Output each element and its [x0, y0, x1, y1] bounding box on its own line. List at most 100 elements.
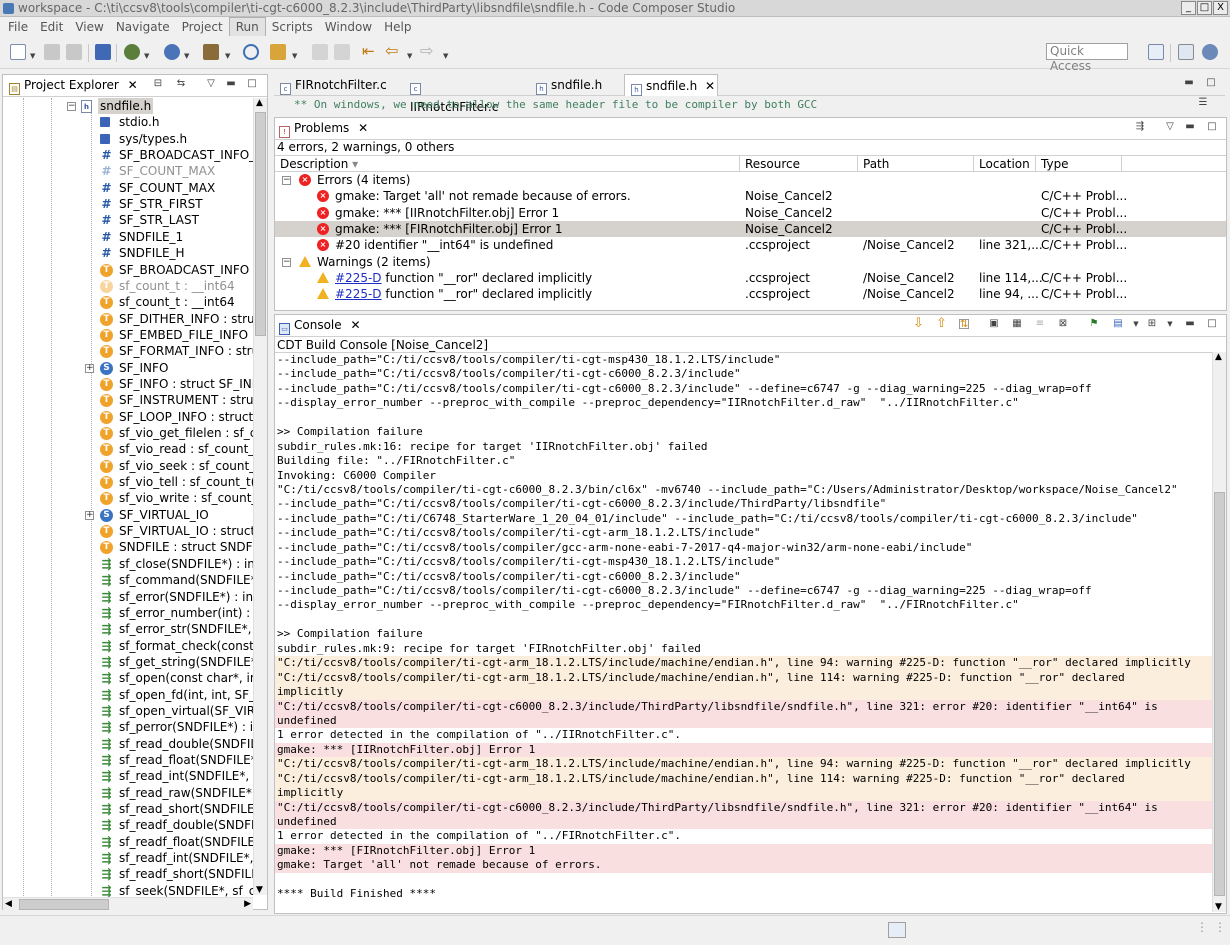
- build-icon[interactable]: [124, 44, 140, 60]
- editor-code-line[interactable]: ** On windows, we need to allow the same…: [294, 97, 817, 113]
- close-button[interactable]: X: [1213, 1, 1228, 15]
- quick-access-input[interactable]: Quick Access: [1046, 43, 1128, 73]
- forward-dropdown-icon[interactable]: ▼: [443, 52, 448, 60]
- scroll-lock-icon[interactable]: ≡: [1035, 319, 1045, 329]
- column-type[interactable]: Type: [1036, 156, 1122, 172]
- new-dropdown-icon[interactable]: ▼: [30, 52, 35, 60]
- link-editor-icon[interactable]: ⇆: [176, 79, 186, 89]
- last-edit-icon[interactable]: ⇤: [362, 44, 378, 60]
- menu-scripts[interactable]: Scripts: [266, 18, 319, 36]
- ccs-edit-perspective-icon[interactable]: [1178, 44, 1194, 60]
- collapse-all-icon[interactable]: ⊟: [153, 79, 163, 89]
- console-tab[interactable]: ▭ Console ✕: [279, 318, 361, 335]
- back-dropdown-icon[interactable]: ▼: [407, 52, 412, 60]
- problem-row[interactable]: × gmake: Target 'all' not remade because …: [275, 188, 1226, 204]
- minimize-button[interactable]: _: [1181, 1, 1196, 15]
- close-icon[interactable]: ✕: [358, 121, 368, 135]
- open-console-dropdown-icon[interactable]: ▼: [1165, 319, 1175, 329]
- search-icon[interactable]: [243, 44, 259, 60]
- scroll-up-icon[interactable]: ▲: [1215, 352, 1222, 362]
- console-icon[interactable]: [95, 44, 111, 60]
- scroll-right-icon[interactable]: ▶: [244, 899, 251, 909]
- hammer-dropdown-icon[interactable]: ▼: [225, 52, 230, 60]
- menu-run[interactable]: Run: [228, 16, 266, 37]
- error-group-row[interactable]: − × Errors (4 items): [275, 172, 1226, 188]
- menu-file[interactable]: File: [2, 18, 34, 36]
- hscroll-thumb[interactable]: [19, 899, 109, 910]
- menu-window[interactable]: Window: [319, 18, 378, 36]
- project-tree-hscrollbar[interactable]: ◀ ▶: [3, 897, 253, 911]
- open-console-icon[interactable]: ⊞: [1147, 319, 1157, 329]
- maximize-icon[interactable]: □: [1206, 78, 1216, 88]
- next-annotation-icon[interactable]: [312, 44, 328, 60]
- status-icon[interactable]: [888, 922, 906, 938]
- expand-icon[interactable]: +: [85, 510, 94, 520]
- debug-icon[interactable]: [164, 44, 180, 60]
- column-path[interactable]: Path: [858, 156, 974, 172]
- scroll-down-icon[interactable]: ▼: [1215, 902, 1222, 912]
- tab-sndfile-h-2[interactable]: h sndfile.h ✕: [624, 74, 718, 96]
- column-location[interactable]: Location: [974, 156, 1036, 172]
- problem-row[interactable]: × #20 identifier "__int64" is undefined .c…: [275, 237, 1226, 253]
- problems-tab[interactable]: ! Problems ✕: [279, 121, 368, 138]
- close-icon[interactable]: ✕: [350, 318, 360, 332]
- maximize-icon[interactable]: □: [1207, 319, 1217, 329]
- view-menu-icon[interactable]: ▽: [206, 79, 216, 89]
- column-resource[interactable]: Resource: [740, 156, 858, 172]
- maximize-icon[interactable]: □: [247, 79, 257, 89]
- pin-console-icon[interactable]: ⚑: [1089, 319, 1099, 329]
- open-perspective-icon[interactable]: [1148, 44, 1164, 60]
- forward-icon[interactable]: ⇨: [420, 43, 436, 60]
- copy-build-log-icon[interactable]: ▣: [989, 319, 999, 329]
- view-menu-icon[interactable]: ▽: [1165, 122, 1175, 132]
- prev-annotation-icon[interactable]: [334, 44, 350, 60]
- build-dropdown-icon[interactable]: ▼: [144, 52, 149, 60]
- minimize-icon[interactable]: ▬: [1184, 78, 1194, 88]
- debug-perspective-icon[interactable]: [1202, 44, 1218, 60]
- console-vscrollbar[interactable]: ▲ ▼: [1212, 352, 1226, 912]
- show-on-problem-icon[interactable]: ⇅: [959, 319, 969, 330]
- display-dropdown-icon[interactable]: ▼: [1131, 319, 1141, 329]
- scroll-thumb[interactable]: [1214, 492, 1225, 896]
- menu-help[interactable]: Help: [378, 18, 417, 36]
- tab-sndfile-h-1[interactable]: h sndfile.h: [530, 74, 622, 96]
- problem-row[interactable]: × gmake: *** [IIRnotchFilter.obj] Error 1…: [275, 205, 1226, 221]
- save-all-icon[interactable]: [66, 44, 82, 60]
- maximize-button[interactable]: □: [1197, 1, 1212, 15]
- save-icon[interactable]: [44, 44, 60, 60]
- problem-row[interactable]: #225-D function "__ror" declared implici…: [275, 270, 1226, 286]
- maximize-icon[interactable]: □: [1207, 122, 1217, 132]
- menu-project[interactable]: Project: [176, 18, 229, 36]
- minimize-icon[interactable]: ▬: [226, 79, 236, 89]
- flash-icon[interactable]: [270, 44, 286, 60]
- show-build-console-icon[interactable]: ▦: [1012, 319, 1022, 329]
- collapse-icon[interactable]: −: [67, 102, 76, 111]
- scroll-left-icon[interactable]: ◀: [5, 899, 12, 909]
- scroll-thumb[interactable]: [255, 112, 266, 336]
- flash-dropdown-icon[interactable]: ▼: [292, 52, 297, 60]
- next-problem-icon[interactable]: ⇩: [913, 317, 924, 330]
- collapse-icon[interactable]: −: [282, 176, 291, 185]
- back-icon[interactable]: ⇦: [385, 43, 401, 60]
- problem-link[interactable]: #225-D: [335, 271, 382, 285]
- tab-firnotchfilter[interactable]: c FIRnotchFilter.c: [274, 74, 404, 96]
- console-output[interactable]: --include_path="C:/ti/ccsv8/tools/compil…: [275, 352, 1212, 912]
- debug-dropdown-icon[interactable]: ▼: [184, 52, 189, 60]
- project-tree-vscrollbar[interactable]: ▲ ▼: [253, 98, 267, 895]
- scroll-up-icon[interactable]: ▲: [256, 98, 263, 108]
- collapse-icon[interactable]: −: [282, 257, 291, 267]
- expand-icon[interactable]: +: [85, 363, 94, 373]
- menu-edit[interactable]: Edit: [34, 18, 69, 36]
- focus-icon[interactable]: ⇶: [1135, 122, 1145, 132]
- close-icon[interactable]: ✕: [705, 79, 715, 93]
- previous-problem-icon[interactable]: ⇧: [936, 317, 947, 330]
- close-icon[interactable]: ✕: [128, 78, 138, 92]
- column-description[interactable]: Description ▾: [275, 156, 740, 172]
- new-icon[interactable]: [10, 44, 26, 60]
- minimize-icon[interactable]: ▬: [1185, 122, 1195, 132]
- problem-row[interactable]: #225-D function "__ror" declared implici…: [275, 286, 1226, 302]
- hammer-icon[interactable]: [203, 44, 219, 60]
- problem-row[interactable]: × gmake: *** [FIRnotchFilter.obj] Error 1…: [275, 220, 1226, 237]
- project-explorer-tab[interactable]: ▤ Project Explorer ✕: [9, 78, 138, 95]
- problem-link[interactable]: #225-D: [335, 287, 382, 301]
